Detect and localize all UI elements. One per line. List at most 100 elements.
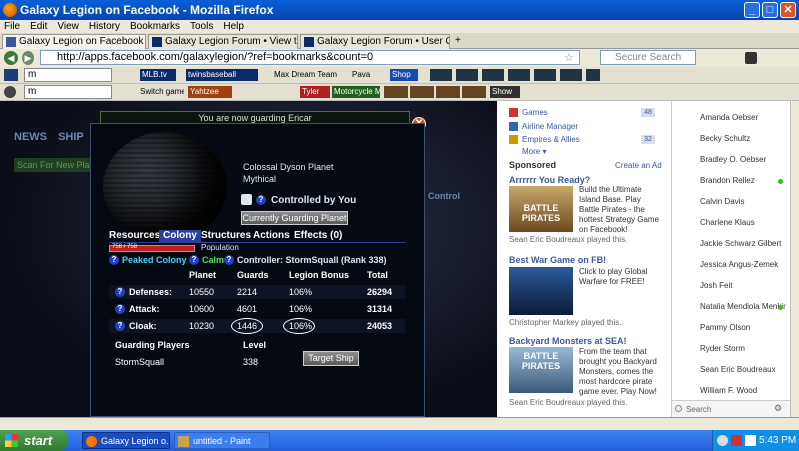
switch-game-label: Switch game: [140,87,184,96]
toolbar2-search-input[interactable]: m [24,85,112,99]
facebook-sidebar: Games 48 Airline Manager Empires & Allie… [497,101,671,417]
tray-icon[interactable] [731,435,742,446]
url-input[interactable]: http://apps.facebook.com/galaxylegion/?r… [40,50,580,65]
game-nav-news[interactable]: NEWS [14,131,47,143]
tab-structures[interactable]: Structures [201,230,251,241]
task-firefox[interactable]: Galaxy Legion o... [82,432,170,449]
ad-title[interactable]: Best War Game on FB! [509,255,606,265]
tab-resources[interactable]: Resources [109,230,160,241]
tray-icon[interactable] [717,435,728,446]
empires-icon [509,135,518,144]
firefox-icon [86,436,97,447]
task-paint[interactable]: untitled - Paint [174,432,270,449]
chat-friend[interactable]: Josh Feit [700,281,732,290]
target-ship-button[interactable]: Target Ship [303,351,359,366]
ad-title[interactable]: Arrrrrr You Ready? [509,175,590,185]
tab-bar: Galaxy Legion on Facebook Galaxy Legion … [0,33,799,49]
tab-effects[interactable]: Effects (0) [294,230,342,241]
tray-icon[interactable] [745,435,756,446]
toolbar-link-mlbtv[interactable]: MLB.tv [140,69,176,81]
chat-friend[interactable]: Amanda Oebser [700,113,758,122]
tab-forum-view-topic[interactable]: Galaxy Legion Forum • View top... [148,34,298,49]
toolbar-link-pava[interactable]: Pava [350,69,374,81]
back-arrow-icon[interactable]: ◀ [4,51,18,65]
menu-bookmarks[interactable]: Bookmarks [130,21,180,32]
chat-friend[interactable]: Ryder Storm [700,344,745,353]
toolbar-game-motorcycle[interactable]: Motorcycle Madness [332,86,380,98]
chat-friend[interactable]: Bradley O. Oebser [700,155,766,164]
page-scrollbar[interactable] [790,101,799,417]
ad-image-global-warfare[interactable] [509,267,573,315]
menu-tools[interactable]: Tools [190,21,213,32]
menu-file[interactable]: File [4,21,20,32]
menu-edit[interactable]: Edit [30,21,47,32]
col-total: Total [367,270,388,280]
airline-icon [509,122,518,131]
tab-galaxy-legion[interactable]: Galaxy Legion on Facebook [2,34,146,49]
bookmarks-toolbar: m MLB.tv twinsbaseball Max Dream Team Pa… [0,67,799,84]
menu-history[interactable]: History [89,21,120,32]
guard-player-name[interactable]: StormSquall [115,357,164,367]
app-empires-allies[interactable]: Empires & Allies [509,134,659,145]
chat-friend[interactable]: Becky Schultz [700,134,750,143]
shield-icon [241,194,252,205]
toolbar-game-yahtzee[interactable]: Yahtzee [188,86,232,98]
toolbar-game-show[interactable]: Show [490,86,520,98]
menu-help[interactable]: Help [223,21,244,32]
gear-icon[interactable]: ⚙ [774,403,782,414]
create-ad-link[interactable]: Create an Ad [615,161,662,170]
toolbar-link-twinsbaseball[interactable]: twinsbaseball [186,69,258,81]
chat-friend[interactable]: Calvin Davis [700,197,744,206]
close-window-button[interactable]: ✕ [780,2,796,18]
toolbar2-icons[interactable] [384,86,488,98]
bookmark-star-icon[interactable]: ☆ [564,51,574,64]
chat-friend[interactable]: Charlene Klaus [700,218,755,227]
help-icon[interactable]: ? [189,255,199,265]
population-value: 758 / 758 [112,244,138,250]
app-airline-manager[interactable]: Airline Manager [509,121,659,132]
home-icon[interactable] [745,52,757,64]
help-icon[interactable]: ? [115,321,125,331]
ad-image-backyard-monsters[interactable]: BATTLE PIRATES [509,347,573,393]
search-input[interactable]: Secure Search [600,50,696,65]
table-row: ? Defenses: 10550 2214 106% 26294 [109,285,405,299]
calm-status: Calm [202,255,225,265]
toolbar-link-shop[interactable]: Shop [390,69,418,81]
chat-friend[interactable]: Jessica Angus-Zemek [700,260,778,269]
toolbar-search-input[interactable]: m [24,68,112,82]
ad-text: Click to play Global Warfare for FREE! [579,267,648,286]
menu-view[interactable]: View [57,21,79,32]
chat-friend[interactable]: William F. Wood [700,386,757,395]
ad-title[interactable]: Backyard Monsters at SEA! [509,336,627,346]
help-icon[interactable]: ? [115,304,125,314]
chat-friend[interactable]: Pammy Olson [700,323,750,332]
minimize-button[interactable]: _ [744,2,760,18]
chat-friend[interactable]: Natalia Mendiola Menkir [700,302,786,311]
help-icon[interactable]: ? [109,255,119,265]
toolbar-link-max-dream-team[interactable]: Max Dream Team [272,69,338,81]
ad-image-battle-pirates[interactable]: BATTLE PIRATES [509,186,573,232]
chat-friend[interactable]: Brandon Rellez [700,176,755,185]
chat-friend[interactable]: Jackie Schwarz Gilbert [700,239,781,248]
tab-forum-user-control[interactable]: Galaxy Legion Forum • User Co... [300,34,450,49]
help-icon[interactable]: ? [115,287,125,297]
guarding-planet-button[interactable]: Currently Guarding Planet [241,211,348,225]
start-button[interactable]: start [0,430,68,451]
controller-label: Controller: StormSquall (Rank 338) [237,255,387,265]
game-nav-ship[interactable]: SHIP [58,131,84,143]
firefox-icon [3,3,17,17]
chat-friend[interactable]: Sean Eric Boudreaux [700,365,776,374]
toolbar-game-tyler[interactable]: Tyler [300,86,330,98]
maximize-button[interactable]: □ [762,2,778,18]
scan-planet-label[interactable]: Scan For New Pla [14,158,94,172]
forward-arrow-icon[interactable]: ▶ [22,51,34,65]
help-icon[interactable]: ? [224,255,234,265]
menu-bar: File Edit View History Bookmarks Tools Help [0,20,799,33]
toolbar-icons[interactable] [430,69,600,81]
app-games[interactable]: Games [509,107,659,118]
tab-actions[interactable]: Actions [253,230,290,241]
help-icon[interactable]: ? [256,195,266,205]
more-link[interactable]: More ▾ [522,147,546,156]
tab-colony[interactable]: Colony [159,230,201,242]
new-tab-button[interactable]: + [455,35,461,46]
